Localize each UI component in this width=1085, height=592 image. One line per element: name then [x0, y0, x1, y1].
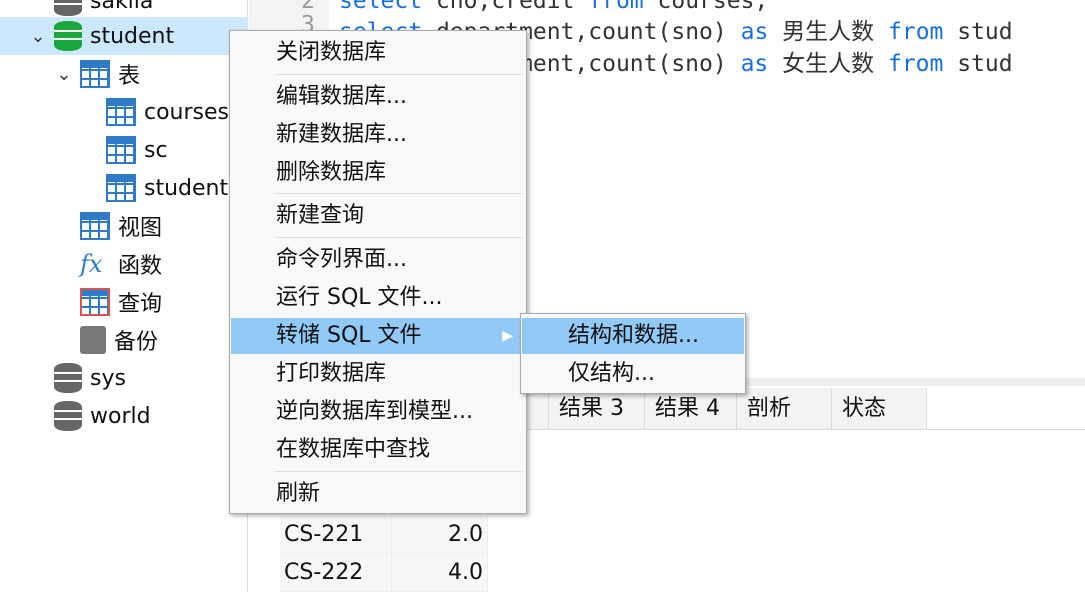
tree-label: world — [90, 403, 151, 429]
menu-separator — [275, 471, 523, 472]
tree-item-backups[interactable]: 备份 — [80, 321, 158, 359]
menu-structure-only[interactable]: 仅结构... — [522, 356, 744, 392]
keyword: as — [740, 51, 769, 77]
keyword: as — [740, 19, 769, 45]
backup-icon — [80, 326, 106, 354]
tree-item-queries[interactable]: 查询 — [80, 283, 162, 321]
menu-edit-database[interactable]: 编辑数据库... — [231, 79, 525, 115]
database-icon — [54, 363, 82, 393]
tree-label: sc — [144, 137, 168, 163]
submenu-arrow-icon: ▶ — [502, 328, 513, 344]
keyword: from — [888, 19, 944, 45]
query-icon — [80, 288, 110, 316]
grid-cell[interactable]: CS-221 — [280, 516, 392, 554]
chevron-down-icon[interactable]: ⌄ — [28, 26, 48, 47]
tab-result-3[interactable]: 结果 3 — [549, 388, 645, 429]
menu-find-in-database[interactable]: 在数据库中查找 — [231, 432, 525, 468]
tree-item-student-db[interactable]: ⌄ student — [0, 17, 248, 55]
tree-label: 查询 — [118, 292, 163, 317]
tree-item-views[interactable]: 视图 — [80, 207, 162, 245]
tree-item-world[interactable]: world — [54, 397, 151, 435]
menu-refresh[interactable]: 刷新 — [231, 476, 525, 512]
menu-separator — [275, 74, 523, 75]
grid-cell[interactable]: CS-222 — [280, 554, 392, 592]
tree-label: 表 — [118, 64, 141, 89]
table-icon — [106, 98, 136, 126]
tree-label: sys — [90, 365, 126, 391]
menu-new-database[interactable]: 新建数据库... — [231, 117, 525, 153]
chevron-down-icon[interactable]: ⌄ — [54, 64, 74, 85]
tree-label: student — [90, 23, 175, 49]
views-icon — [80, 212, 110, 240]
code: stud — [943, 51, 1013, 77]
database-icon — [54, 401, 82, 431]
table-icon — [106, 136, 136, 164]
tab-status[interactable]: 状态 — [832, 388, 927, 429]
tree-label: courses — [144, 99, 230, 125]
tab-result-4[interactable]: 结果 4 — [645, 388, 737, 429]
menu-dump-sql-file[interactable]: 转储 SQL 文件 ▶ — [231, 318, 525, 354]
context-menu: 关闭数据库 编辑数据库... 新建数据库... 删除数据库 新建查询 命令列界面… — [229, 30, 527, 514]
database-icon — [54, 21, 82, 51]
tree-label: 视图 — [118, 216, 163, 241]
code: 女生人数 — [768, 51, 888, 77]
function-icon: fx — [80, 250, 103, 278]
menu-console[interactable]: 命令列界面... — [231, 242, 525, 278]
menu-delete-database[interactable]: 删除数据库 — [231, 155, 525, 191]
tree-item-sys[interactable]: sys — [54, 359, 126, 397]
menu-reverse-to-model[interactable]: 逆向数据库到模型... — [231, 394, 525, 430]
code: 男生人数 — [768, 19, 888, 45]
menu-close-database[interactable]: 关闭数据库 — [231, 35, 525, 71]
tree-label: student — [144, 175, 229, 201]
table-icon — [106, 174, 136, 202]
menu-structure-and-data[interactable]: 结构和数据... — [522, 318, 744, 354]
navigator-sidebar: sakila ⌄ student ⌄ 表 courses sc student 视图… — [0, 0, 248, 592]
keyword: from — [887, 51, 944, 77]
menu-separator — [275, 237, 523, 238]
tree-item-student-table[interactable]: student — [106, 169, 228, 207]
grid-cell[interactable]: 2.0 — [392, 516, 488, 554]
code: stud — [943, 19, 1013, 45]
tree-label: 函数 — [118, 254, 163, 279]
menu-label: 转储 SQL 文件 — [276, 323, 422, 348]
menu-print-database[interactable]: 打印数据库 — [231, 356, 525, 392]
menu-run-sql-file[interactable]: 运行 SQL 文件... — [231, 280, 525, 316]
tree-label: sakila — [90, 0, 154, 14]
tree-item-sc[interactable]: sc — [106, 131, 168, 169]
grid-cell[interactable]: 4.0 — [392, 554, 488, 592]
tree-item-courses[interactable]: courses — [106, 93, 229, 131]
tree-item-tables[interactable]: ⌄ 表 — [54, 55, 140, 93]
dump-submenu: 结构和数据... 仅结构... — [520, 313, 746, 394]
database-icon — [54, 0, 82, 16]
menu-new-query[interactable]: 新建查询 — [231, 198, 525, 234]
tree-label: 备份 — [114, 330, 159, 355]
menu-separator — [275, 193, 523, 194]
tab-profile[interactable]: 剖析 — [737, 388, 832, 429]
tables-icon — [80, 60, 110, 88]
tree-item-functions[interactable]: fx 函数 — [80, 245, 162, 283]
